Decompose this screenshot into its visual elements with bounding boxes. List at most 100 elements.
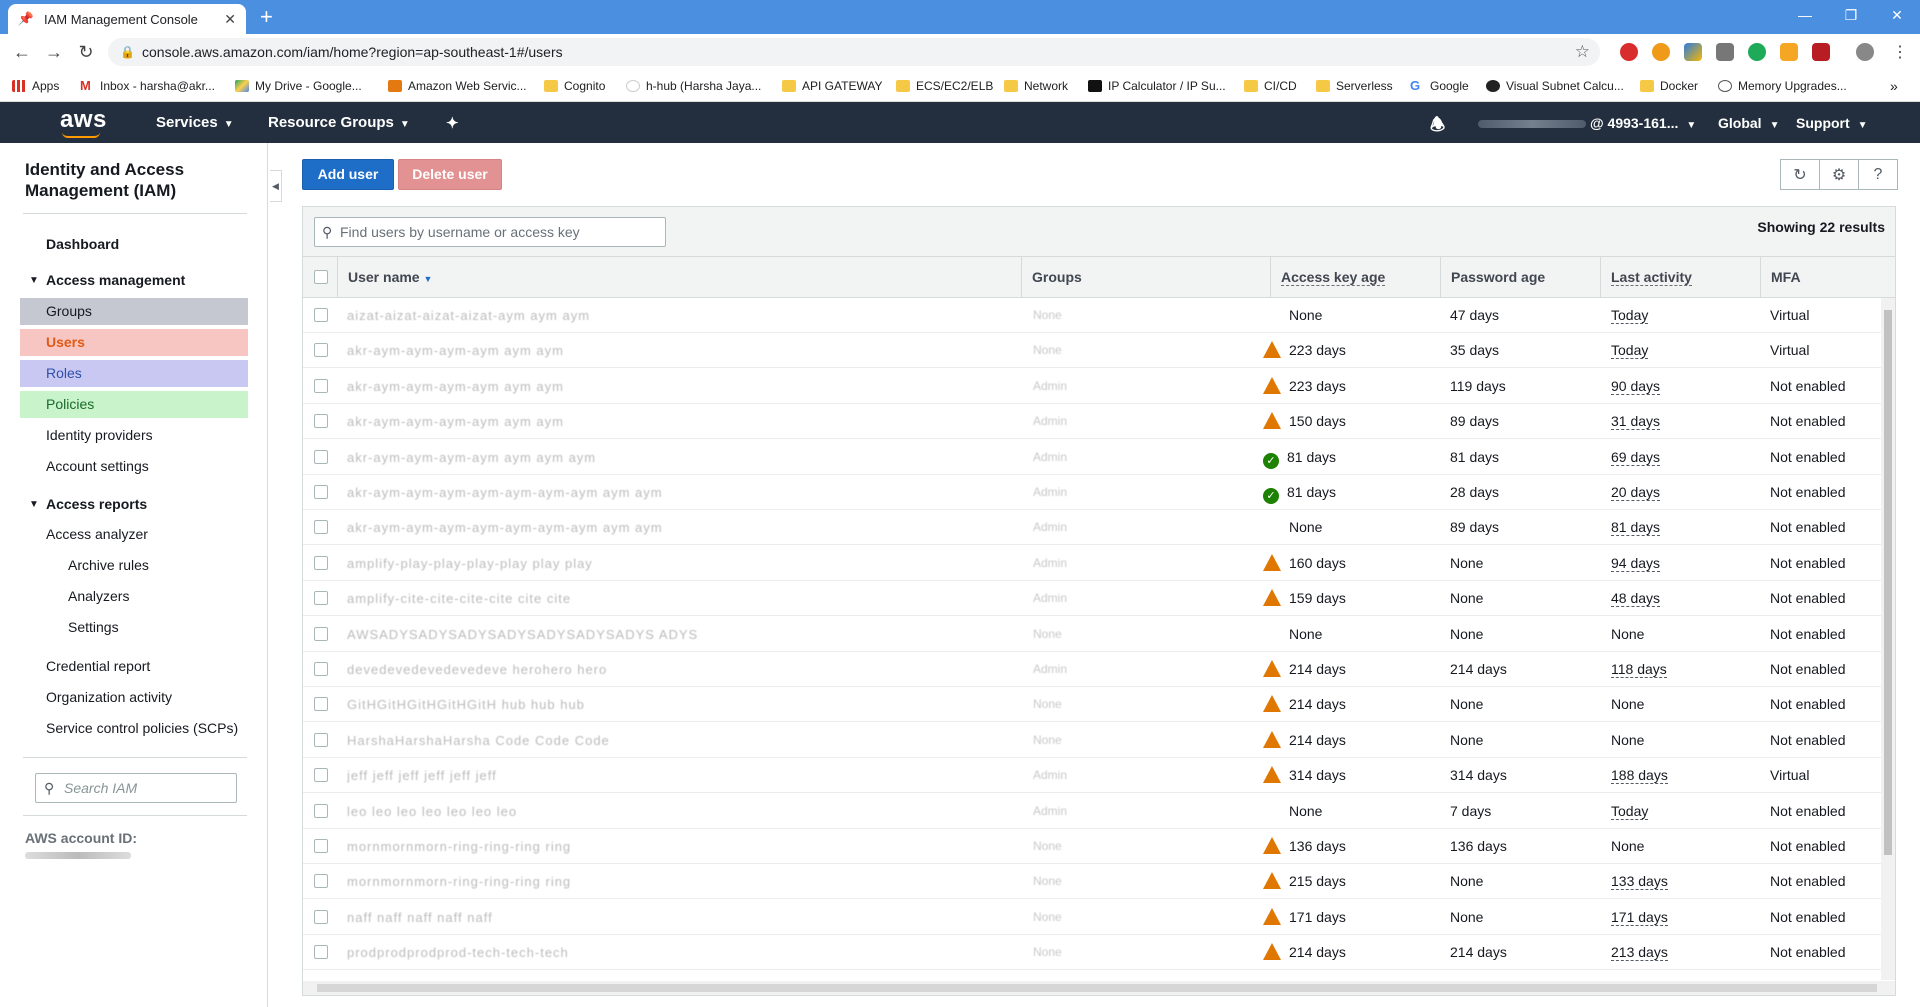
row-checkbox[interactable]	[314, 662, 328, 676]
row-checkbox[interactable]	[314, 768, 328, 783]
last-activity-cell[interactable]: 90 days	[1611, 369, 1661, 404]
row-checkbox[interactable]	[314, 343, 328, 358]
user-name-link[interactable]: akr-aym-aym-aym-aym-aym-aym-aym aym aym	[347, 475, 907, 510]
column-access-key-age[interactable]: Access key age	[1270, 257, 1442, 297]
bookmark-github[interactable]: h-hub (Harsha Jaya...	[626, 77, 761, 95]
user-name-link[interactable]: akr-aym-aym-aym-aym aym aym	[347, 404, 907, 439]
user-name-link[interactable]: AWSADYSADYSADYSADYSADYSADYSADYS ADYS	[347, 617, 907, 652]
sidebar-section-access-reports[interactable]: ▼ Access reports	[20, 491, 248, 518]
table-row[interactable]: naff naff naff naff naff None 171 days None…	[303, 900, 1881, 935]
last-activity-cell[interactable]: 31 days	[1611, 404, 1661, 439]
scroll-thumb[interactable]	[317, 984, 1877, 992]
sidebar-item-groups[interactable]: Groups	[20, 298, 248, 325]
table-row[interactable]: akr-aym-aym-aym-aym aym aym Admin 223 days…	[303, 369, 1881, 404]
forward-icon[interactable]: →	[42, 40, 66, 64]
bookmark-docker[interactable]: Docker	[1640, 77, 1698, 95]
bookmark-serverless[interactable]: Serverless	[1316, 77, 1393, 95]
last-activity-cell[interactable]: 213 days	[1611, 935, 1668, 970]
bookmark-aws[interactable]: Amazon Web Servic...	[388, 77, 527, 95]
bookmark-drive[interactable]: My Drive - Google...	[235, 77, 362, 95]
menu-kebab-icon[interactable]: ⋮	[1888, 40, 1912, 64]
bookmark-gmail[interactable]: M Inbox - harsha@akr...	[80, 77, 215, 95]
sidebar-item-organization-activity[interactable]: Organization activity	[20, 684, 248, 711]
table-row[interactable]: GitHGitHGitHGitHGitH hub hub hub None 214 …	[303, 687, 1881, 723]
sidebar-item-users[interactable]: Users	[20, 329, 248, 356]
table-row[interactable]: akr-aym-aym-aym-aym aym aym None 223 days 3…	[303, 333, 1881, 369]
table-row[interactable]: jeff jeff jeff jeff jeff jeff Admin 314 da…	[303, 758, 1881, 794]
column-last-activity[interactable]: Last activity	[1600, 257, 1760, 297]
add-user-button[interactable]: Add user	[302, 159, 394, 190]
bookmark-star-icon[interactable]: ☆	[1575, 38, 1590, 66]
user-name-link[interactable]: HarshaHarshaHarsha Code Code Code	[347, 723, 907, 758]
extension-color-icon[interactable]	[1684, 43, 1702, 61]
help-icon[interactable]: ?	[1858, 159, 1898, 190]
last-activity-cell[interactable]: Today	[1611, 333, 1649, 368]
row-checkbox[interactable]	[314, 449, 328, 464]
sidebar-section-access-management[interactable]: ▼ Access management	[20, 267, 248, 294]
extension-adblock-icon[interactable]	[1620, 43, 1638, 61]
user-name-link[interactable]: mornmornmorn-ring-ring-ring ring	[347, 829, 907, 864]
extension-grammarly-icon[interactable]	[1748, 43, 1766, 61]
table-row[interactable]: amplify-cite-cite-cite-cite cite cite Adm…	[303, 581, 1881, 617]
row-checkbox[interactable]	[314, 378, 328, 393]
resource-groups-menu[interactable]: Resource Groups ▼	[268, 114, 410, 131]
column-mfa[interactable]: MFA	[1760, 257, 1895, 297]
row-checkbox[interactable]	[314, 308, 328, 322]
last-activity-cell[interactable]: 133 days	[1611, 864, 1668, 899]
browser-tab[interactable]: 📌 IAM Management Console ✕	[8, 4, 246, 34]
restore-icon[interactable]: ❐	[1828, 0, 1874, 30]
bookmark-google[interactable]: G Google	[1410, 77, 1469, 95]
gear-icon[interactable]: ⚙	[1819, 159, 1859, 190]
services-menu[interactable]: Services ▼	[156, 114, 234, 131]
extension-cs-icon[interactable]	[1716, 43, 1734, 61]
sidebar-item-roles[interactable]: Roles	[20, 360, 248, 387]
sidebar-item-access-analyzer[interactable]: Access analyzer	[20, 521, 248, 548]
row-checkbox[interactable]	[314, 874, 328, 889]
row-checkbox[interactable]	[314, 555, 328, 570]
last-activity-cell[interactable]: 20 days	[1611, 475, 1661, 510]
aws-logo[interactable]: aws	[60, 106, 107, 138]
row-checkbox[interactable]	[314, 803, 328, 818]
user-name-link[interactable]: jeff jeff jeff jeff jeff jeff	[347, 758, 907, 793]
sidebar-item-scps[interactable]: Service control policies (SCPs)	[20, 715, 248, 742]
last-activity-cell[interactable]: 118 days	[1611, 652, 1667, 687]
table-row[interactable]: akr-aym-aym-aym-aym-aym-aym-aym aym aym A…	[303, 510, 1881, 546]
refresh-icon[interactable]: ↻	[1780, 159, 1820, 190]
sidebar-item-policies[interactable]: Policies	[20, 391, 248, 418]
profile-avatar-icon[interactable]	[1856, 43, 1874, 61]
find-users-input[interactable]: ⚲ Find users by username or access key	[314, 217, 666, 247]
row-checkbox[interactable]	[314, 839, 328, 853]
table-row[interactable]: AWSADYSADYSADYSADYSADYSADYSADYS ADYS None…	[303, 617, 1881, 652]
select-all-checkbox[interactable]	[314, 270, 328, 284]
last-activity-cell[interactable]: 188 days	[1611, 758, 1668, 793]
column-user-name[interactable]: User name ▼	[337, 257, 1023, 297]
close-window-icon[interactable]: ✕	[1874, 0, 1920, 30]
vertical-scrollbar[interactable]	[1881, 298, 1895, 980]
bookmark-ecs[interactable]: ECS/EC2/ELB	[896, 77, 993, 95]
more-bookmarks-icon[interactable]: »	[1890, 77, 1898, 95]
last-activity-cell[interactable]: 81 days	[1611, 510, 1661, 545]
table-row[interactable]: mornmornmorn-ring-ring-ring ring None 136 …	[303, 829, 1881, 864]
row-checkbox[interactable]	[314, 626, 328, 641]
table-row[interactable]: aizat-aizat-aizat-aizat-aym aym aym None N…	[303, 298, 1881, 333]
scroll-thumb[interactable]	[1884, 310, 1892, 855]
sidebar-item-settings[interactable]: Settings	[20, 614, 248, 641]
last-activity-cell[interactable]: Today	[1611, 794, 1649, 829]
sidebar-item-dashboard[interactable]: Dashboard	[20, 231, 248, 258]
row-checkbox[interactable]	[314, 520, 328, 535]
table-row[interactable]: akr-aym-aym-aym-aym aym aym Admin 150 days…	[303, 404, 1881, 440]
row-checkbox[interactable]	[314, 732, 328, 747]
row-checkbox[interactable]	[314, 591, 328, 606]
sidebar-item-archive-rules[interactable]: Archive rules	[20, 552, 248, 579]
table-row[interactable]: devedevedevedevedeve herohero hero Admin 2…	[303, 652, 1881, 687]
address-bar[interactable]: 🔒 console.aws.amazon.com/iam/home?region…	[108, 38, 1600, 66]
sidebar-title[interactable]: Identity and Access Management (IAM)	[25, 159, 235, 201]
sidebar-item-identity-providers[interactable]: Identity providers	[20, 422, 248, 449]
table-row[interactable]: akr-aym-aym-aym-aym-aym-aym-aym aym aym A…	[303, 475, 1881, 510]
column-password-age[interactable]: Password age	[1440, 257, 1601, 297]
user-name-link[interactable]: mornmornmorn-ring-ring-ring ring	[347, 864, 907, 899]
table-row[interactable]: amplify-play-play-play-play play play Adm…	[303, 546, 1881, 581]
bookmark-network[interactable]: Network	[1004, 77, 1068, 95]
table-row[interactable]: akr-aym-aym-aym-aym aym aym aym Admin ✓ 81 …	[303, 440, 1881, 475]
close-tab-icon[interactable]: ✕	[224, 11, 236, 28]
